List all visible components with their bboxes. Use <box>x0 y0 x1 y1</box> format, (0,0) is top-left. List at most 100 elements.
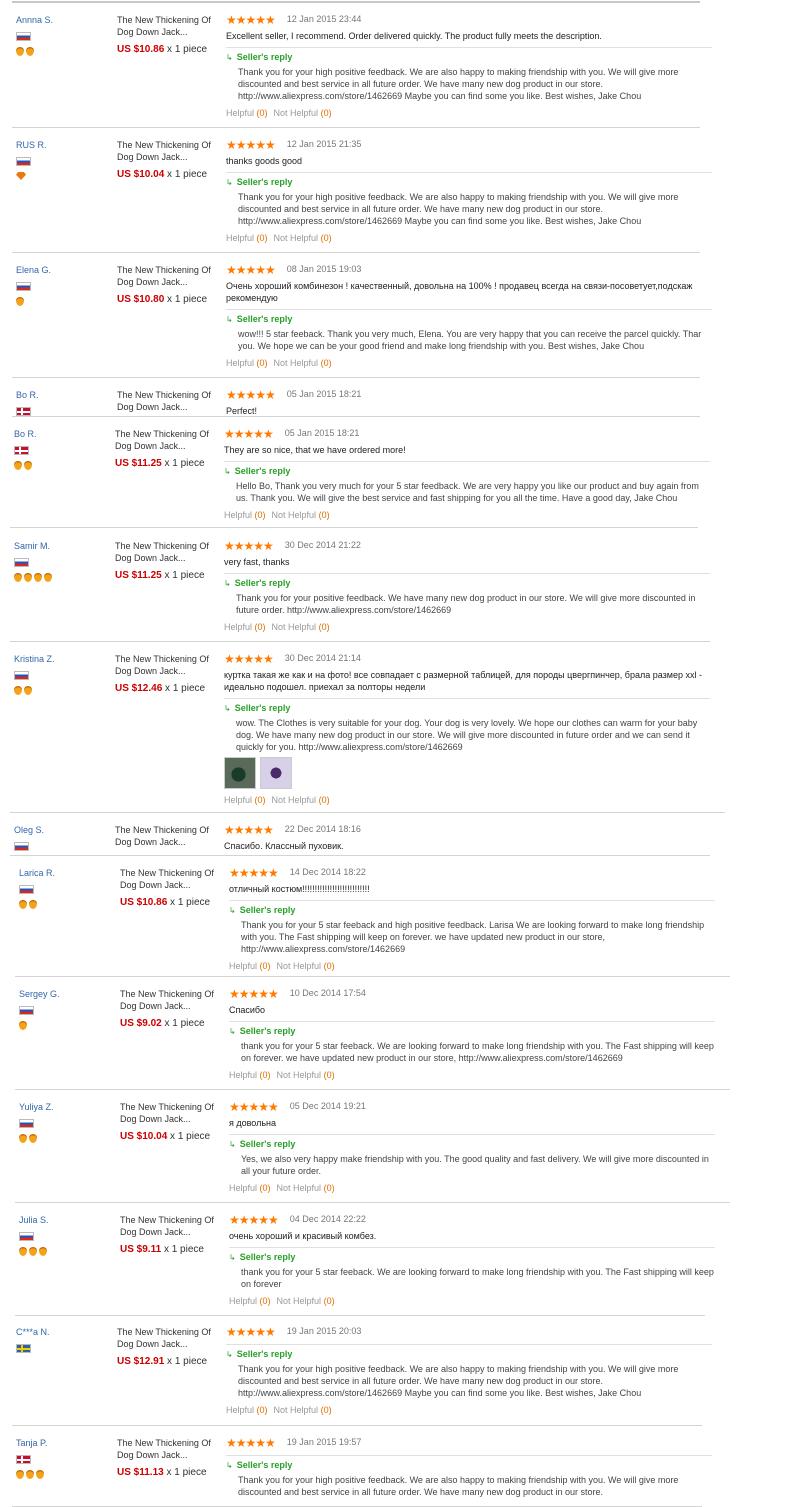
not-helpful-count: (0) <box>320 358 332 368</box>
product-title-link[interactable]: The New Thickening Of Dog Down Jack... <box>120 1214 220 1238</box>
not-helpful-label: Not Helpful <box>273 1405 319 1415</box>
buyer-name-link[interactable]: Annna S. <box>16 14 106 26</box>
buyer-name-link[interactable]: Tanja P. <box>16 1437 106 1449</box>
review-item: Bo R. The New Thickening Of Dog Down Jack… <box>10 418 710 528</box>
product-title-link[interactable]: The New Thickening Of Dog Down Jack... <box>115 428 215 452</box>
price-value: US $10.04 <box>117 169 165 180</box>
not-helpful-link[interactable]: Not Helpful (0) <box>274 233 332 243</box>
helpful-link[interactable]: Helpful (0) <box>226 1405 268 1415</box>
not-helpful-link[interactable]: Not Helpful (0) <box>277 1183 335 1193</box>
buyer-name-link[interactable]: Oleg S. <box>14 824 104 836</box>
not-helpful-link[interactable]: Not Helpful (0) <box>277 961 335 971</box>
not-helpful-link[interactable]: Not Helpful (0) <box>274 108 332 118</box>
feedback-text: куртка такая же как и на фото! все совпа… <box>224 670 702 692</box>
medal-badge-icon <box>19 900 27 909</box>
review-item: Bo R. The New Thickening Of Dog Down Jack… <box>12 379 700 417</box>
product-title-link[interactable]: The New Thickening Of Dog Down Jack... <box>117 1326 217 1350</box>
buyer-name-link[interactable]: Elena G. <box>16 264 106 276</box>
feedback-list: Annna S. The New Thickening Of Dog Down J… <box>0 0 800 1507</box>
not-helpful-link[interactable]: Not Helpful (0) <box>277 1070 335 1080</box>
helpful-label: Helpful <box>224 795 253 805</box>
helpful-link[interactable]: Helpful (0) <box>229 1183 271 1193</box>
product-info: The New Thickening Of Dog Down Jack... US… <box>117 139 217 181</box>
buyer-name-link[interactable]: Kristina Z. <box>14 653 104 665</box>
medal-badge-icon <box>24 686 32 695</box>
review-photo-thumbnail[interactable] <box>260 757 292 789</box>
product-title-link[interactable]: The New Thickening Of Dog Down Jack... <box>115 540 215 564</box>
not-helpful-label: Not Helpful <box>271 622 317 632</box>
not-helpful-link[interactable]: Not Helpful (0) <box>274 1405 332 1415</box>
buyer-name-link[interactable]: Sergey G. <box>19 988 109 1000</box>
review-content: ★★★★★ 19 Jan 2015 19:57 ↳ Seller's reply Tha… <box>226 1437 712 1498</box>
review-item: RUS R. The New Thickening Of Dog Down Jac… <box>12 129 712 253</box>
not-helpful-count: (0) <box>320 108 332 118</box>
buyer-name-link[interactable]: Yuliya Z. <box>19 1101 109 1113</box>
product-title-link[interactable]: The New Thickening Of Dog Down Jack... <box>120 988 220 1012</box>
medal-badge-icon <box>29 900 37 909</box>
helpful-count: (0) <box>254 622 266 632</box>
product-title-link[interactable]: The New Thickening Of Dog Down Jack... <box>117 1437 217 1461</box>
buyer-info: Sergey G. <box>19 988 109 1031</box>
quantity-text: x 1 piece <box>163 1244 204 1255</box>
not-helpful-link[interactable]: Not Helpful (0) <box>277 1296 335 1306</box>
seller-reply-header: ↳ Seller's reply <box>224 703 710 713</box>
seller-reply-label: Seller's reply <box>239 905 296 915</box>
product-title-link[interactable]: The New Thickening Of Dog Down Jack... <box>120 867 220 891</box>
helpful-link[interactable]: Helpful (0) <box>226 233 268 243</box>
not-helpful-link[interactable]: Not Helpful (0) <box>274 358 332 368</box>
product-title-link[interactable]: The New Thickening Of Dog Down Jack... <box>117 389 217 413</box>
buyer-name-link[interactable]: RUS R. <box>16 139 106 151</box>
buyer-name-link[interactable]: Julia S. <box>19 1214 109 1226</box>
helpful-count: (0) <box>254 795 266 805</box>
medal-badge-icon <box>14 573 22 582</box>
feedback-text: Спасибо. Классный пуховик. <box>224 841 344 851</box>
product-info: The New Thickening Of Dog Down Jack... <box>117 389 217 413</box>
helpful-count: (0) <box>254 510 266 520</box>
not-helpful-count: (0) <box>320 233 332 243</box>
review-item: Yuliya Z. The New Thickening Of Dog Down … <box>15 1091 730 1203</box>
product-title-link[interactable]: The New Thickening Of Dog Down Jack... <box>115 653 215 677</box>
review-header: ★★★★★ 19 Jan 2015 20:03 <box>226 1326 712 1339</box>
buyer-name-link[interactable]: Samir M. <box>14 540 104 552</box>
review-content: ★★★★★ 30 Dec 2014 21:14 куртка такая же ка… <box>224 653 710 805</box>
helpful-label: Helpful <box>226 108 255 118</box>
buyer-name-link[interactable]: C***a N. <box>16 1326 106 1338</box>
seller-reply-text: thank you for your 5 star feeback. We ar… <box>241 1041 714 1063</box>
review-date: 05 Jan 2015 18:21 <box>284 428 360 438</box>
medal-badge-icon <box>39 1247 47 1256</box>
buyer-name-link[interactable]: Bo R. <box>14 428 104 440</box>
product-info: The New Thickening Of Dog Down Jack... US… <box>120 1214 220 1256</box>
review-item: Oleg S. The New Thickening Of Dog Down Ja… <box>10 814 710 856</box>
product-title-link[interactable]: The New Thickening Of Dog Down Jack... <box>120 1101 220 1125</box>
product-info: The New Thickening Of Dog Down Jack... US… <box>117 14 217 56</box>
country-flag-icon <box>19 1119 34 1128</box>
reply-arrow-icon: ↳ <box>229 906 236 915</box>
helpful-link[interactable]: Helpful (0) <box>226 108 268 118</box>
review-photo-thumbnail[interactable] <box>224 757 256 789</box>
helpful-link[interactable]: Helpful (0) <box>229 961 271 971</box>
not-helpful-link[interactable]: Not Helpful (0) <box>272 622 330 632</box>
helpful-link[interactable]: Helpful (0) <box>229 1296 271 1306</box>
star-rating-icon: ★★★★★ <box>226 1436 276 1450</box>
not-helpful-link[interactable]: Not Helpful (0) <box>272 510 330 520</box>
star-rating-icon: ★★★★★ <box>226 138 276 152</box>
buyer-name-link[interactable]: Bo R. <box>16 389 106 401</box>
review-content: ★★★★★ 10 Dec 2014 17:54 Спасибо ↳ Seller's r… <box>229 988 715 1080</box>
product-title-link[interactable]: The New Thickening Of Dog Down Jack... <box>115 824 215 848</box>
review-item: Larica R. The New Thickening Of Dog Down … <box>15 857 730 977</box>
helpful-link[interactable]: Helpful (0) <box>224 622 266 632</box>
country-flag-icon <box>14 671 29 680</box>
buyer-name-link[interactable]: Larica R. <box>19 867 109 879</box>
helpful-link[interactable]: Helpful (0) <box>224 795 266 805</box>
product-title-link[interactable]: The New Thickening Of Dog Down Jack... <box>117 264 217 288</box>
helpful-link[interactable]: Helpful (0) <box>229 1070 271 1080</box>
seller-reply-header: ↳ Seller's reply <box>229 905 715 915</box>
review-header: ★★★★★ 30 Dec 2014 21:22 <box>224 540 710 553</box>
not-helpful-link[interactable]: Not Helpful (0) <box>272 795 330 805</box>
price-value: US $11.25 <box>115 458 162 469</box>
not-helpful-count: (0) <box>318 795 330 805</box>
helpful-link[interactable]: Helpful (0) <box>226 358 268 368</box>
product-title-link[interactable]: The New Thickening Of Dog Down Jack... <box>117 139 217 163</box>
helpful-link[interactable]: Helpful (0) <box>224 510 266 520</box>
product-title-link[interactable]: The New Thickening Of Dog Down Jack... <box>117 14 217 38</box>
